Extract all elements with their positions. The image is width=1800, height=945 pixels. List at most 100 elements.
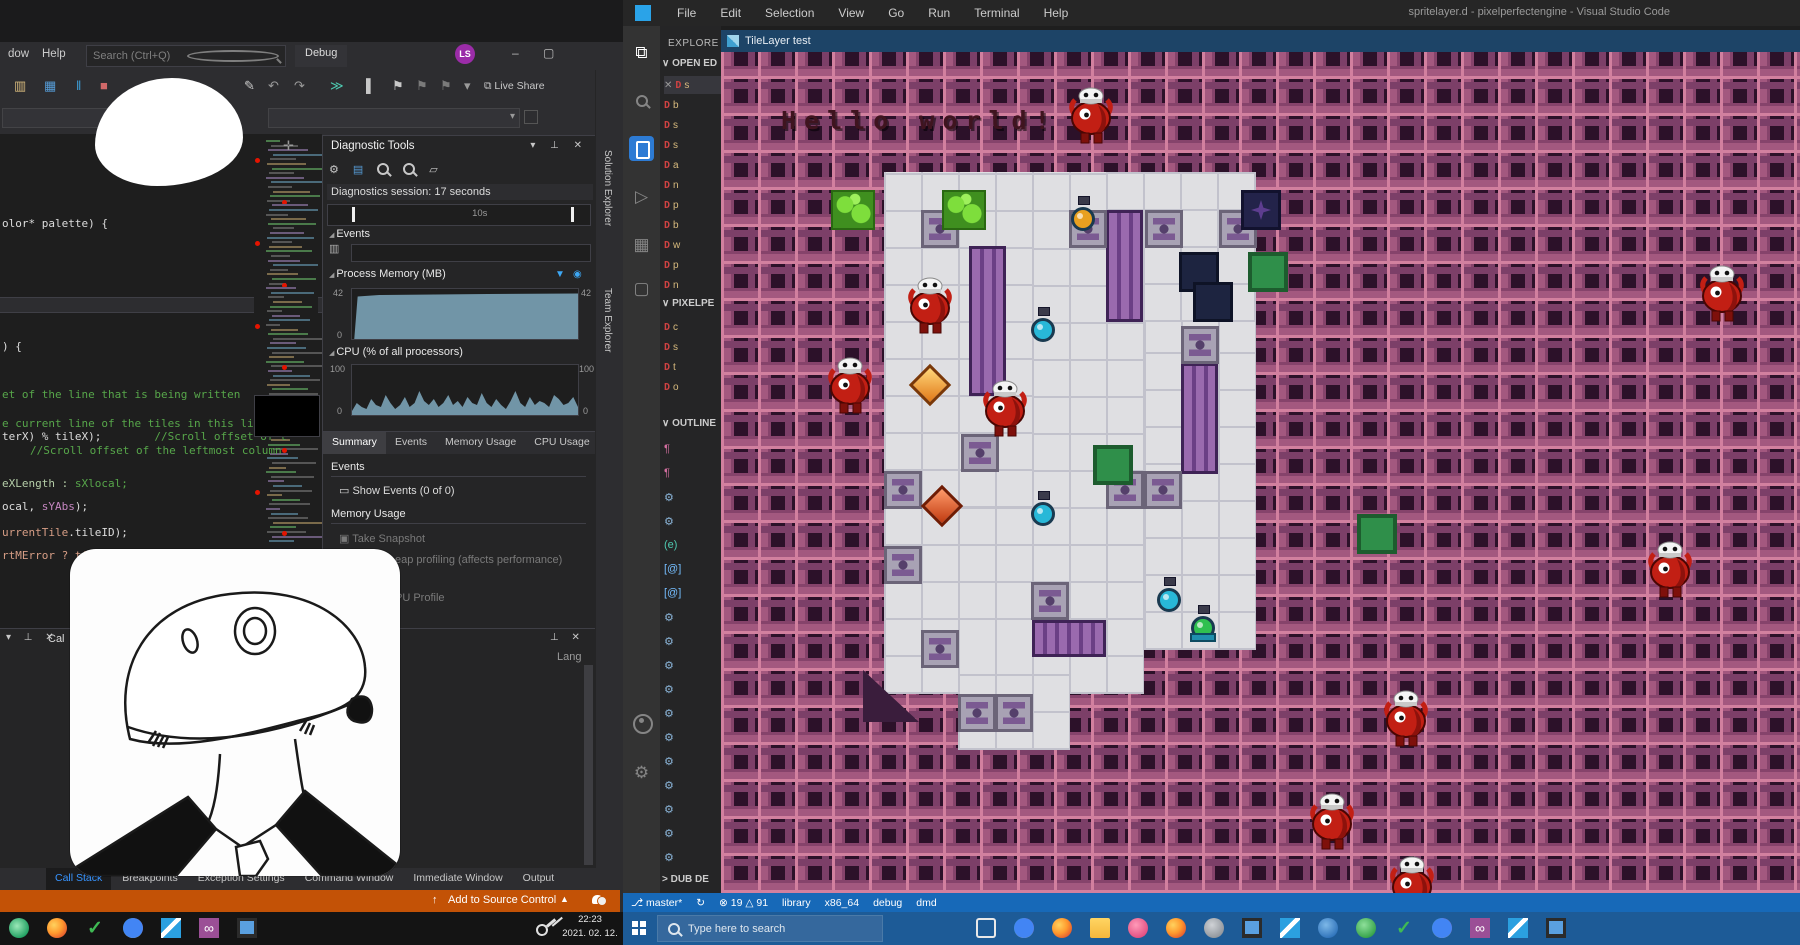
- taskbar-app-vscode-icon[interactable]: [1507, 917, 1529, 939]
- scrollbar[interactable]: [584, 665, 593, 865]
- vs-target-dropdown[interactable]: [268, 108, 520, 128]
- taskbar-app-window-icon[interactable]: [236, 917, 258, 939]
- toolbar-icon[interactable]: ⚑: [392, 78, 404, 94]
- report-icon[interactable]: ▱: [429, 163, 437, 176]
- open-editors-header[interactable]: ∨ OPEN ED: [662, 58, 717, 69]
- live-share-button[interactable]: ⧉ Live Share: [484, 80, 545, 93]
- taskbar-app-check-icon[interactable]: ✓: [84, 917, 106, 939]
- sync-icon[interactable]: ↻: [696, 897, 705, 909]
- taskbar-app-green-icon[interactable]: [1355, 917, 1377, 939]
- toolbar-icon[interactable]: ■: [100, 78, 108, 93]
- gc-icon[interactable]: ◉: [573, 269, 582, 280]
- toolbar-icon[interactable]: ⚑: [440, 78, 452, 94]
- vscode-menu-go[interactable]: Go: [876, 6, 916, 20]
- vs-menu-help[interactable]: Help: [42, 48, 66, 60]
- taskbar-app-window-icon[interactable]: [1241, 917, 1263, 939]
- project-file-item[interactable]: Dc: [664, 318, 678, 336]
- vscode-menu-terminal[interactable]: Terminal: [962, 6, 1031, 20]
- toolbar-icon[interactable]: ▌: [366, 78, 375, 93]
- outline-symbol-item[interactable]: ⚙: [664, 728, 674, 746]
- vs-toolbar-mini-button[interactable]: [524, 110, 538, 124]
- source-control-bar[interactable]: ↑ Add to Source Control ▲: [0, 890, 620, 912]
- taskbar-app-gimp-icon[interactable]: [1203, 917, 1225, 939]
- vscode-menu-run[interactable]: Run: [916, 6, 962, 20]
- status-config[interactable]: debug: [873, 897, 902, 909]
- taskbar-app-window-icon[interactable]: [1545, 917, 1567, 939]
- outline-symbol-item[interactable]: ⚙: [664, 848, 674, 866]
- outline-symbol-item[interactable]: ⚙: [664, 488, 674, 506]
- events-section-label[interactable]: Events: [329, 228, 370, 240]
- toolbar-icon[interactable]: ✎: [244, 78, 255, 94]
- diagnostic-tab-summary[interactable]: Summary: [323, 432, 386, 454]
- toolbar-icon[interactable]: ↶: [268, 78, 279, 94]
- open-editor-item[interactable]: Dn: [664, 276, 679, 294]
- taskbar-app-firefox-icon[interactable]: [1051, 917, 1073, 939]
- taskbar-app-chrome-icon[interactable]: [122, 917, 144, 939]
- dub-section-header[interactable]: > DUB DE: [662, 874, 709, 885]
- show-events-link[interactable]: ▭ Show Events (0 of 0): [339, 484, 455, 497]
- taskbar-app-taskview-icon[interactable]: [975, 917, 997, 939]
- editor-minimap[interactable]: [254, 140, 318, 560]
- open-editor-item[interactable]: Dp: [664, 256, 679, 274]
- outline-symbol-item[interactable]: ¶: [664, 464, 670, 482]
- vscode-menu-view[interactable]: View: [826, 6, 876, 20]
- problems-item[interactable]: ⊗ 19 △ 91: [719, 897, 768, 909]
- timeline-end-cursor[interactable]: [571, 207, 574, 222]
- heap-profiling-label[interactable]: eap profiling (affects performance): [395, 554, 562, 566]
- panel-header-icons-right[interactable]: ⊥ ✕: [550, 632, 585, 643]
- key-icon[interactable]: [534, 922, 551, 939]
- taskbar-app-blue-icon[interactable]: [1317, 917, 1339, 939]
- project-file-item[interactable]: Dt: [664, 358, 676, 376]
- outline-symbol-item[interactable]: ⚙: [664, 800, 674, 818]
- taskbar-search-box[interactable]: Type here to search: [657, 915, 883, 942]
- game-window-titlebar[interactable]: TileLayer test: [721, 30, 1800, 52]
- vscode-menu-edit[interactable]: Edit: [708, 6, 753, 20]
- toolbar-icon[interactable]: ‖: [76, 78, 81, 93]
- extensions-icon[interactable]: ▦: [629, 232, 654, 257]
- outline-symbol-item[interactable]: ⚙: [664, 752, 674, 770]
- outline-symbol-item[interactable]: ⚙: [664, 512, 674, 530]
- project-file-item[interactable]: Ds: [664, 338, 678, 356]
- taskbar-app-pink-icon[interactable]: [1127, 917, 1149, 939]
- status-compiler[interactable]: dmd: [916, 897, 936, 909]
- taskbar-app-chrome-icon[interactable]: [1431, 917, 1453, 939]
- toolbar-icon[interactable]: ▾: [464, 78, 471, 94]
- outline-symbol-item[interactable]: ⚙: [664, 776, 674, 794]
- vscode-menu-help[interactable]: Help: [1032, 6, 1081, 20]
- taskbar-app-vs-icon[interactable]: ∞: [198, 917, 220, 939]
- taskbar-app-firefox-icon[interactable]: [1165, 917, 1187, 939]
- open-editor-item[interactable]: Dn: [664, 176, 679, 194]
- vscode-menu-file[interactable]: File: [665, 6, 708, 20]
- remote-icon[interactable]: ▢: [629, 276, 654, 301]
- vs-search-box[interactable]: Search (Ctrl+Q): [86, 45, 286, 67]
- taskbar-app-vscode-icon[interactable]: [1279, 917, 1301, 939]
- source-control-icon[interactable]: [629, 136, 654, 161]
- open-editor-item[interactable]: Dw: [664, 236, 680, 254]
- taskbar-app-firefox-icon[interactable]: [46, 917, 68, 939]
- outline-symbol-item[interactable]: ⚙: [664, 704, 674, 722]
- outline-symbol-item[interactable]: ¶: [664, 440, 670, 458]
- taskbar-app-chrome-icon[interactable]: [1013, 917, 1035, 939]
- restore-button[interactable]: ▢: [543, 46, 554, 60]
- taskbar-app-vscode-icon[interactable]: [160, 917, 182, 939]
- toolbar-icon[interactable]: ↷: [294, 78, 305, 94]
- filter-icon[interactable]: ▼: [555, 269, 565, 280]
- taskbar-app-vs-icon[interactable]: ∞: [1469, 917, 1491, 939]
- outline-symbol-item[interactable]: [@]: [664, 584, 681, 602]
- minimize-button[interactable]: –: [512, 46, 519, 60]
- open-editor-item[interactable]: ✕Ds: [664, 76, 721, 94]
- toolbar-icon[interactable]: ≫: [330, 78, 344, 94]
- outline-symbol-item[interactable]: ⚙: [664, 824, 674, 842]
- open-editor-item[interactable]: Ds: [664, 136, 678, 154]
- vs-account-avatar[interactable]: LS: [455, 44, 475, 64]
- export-icon[interactable]: ▤: [353, 163, 363, 176]
- open-editor-item[interactable]: Ds: [664, 116, 678, 134]
- zoom-in-icon[interactable]: [377, 163, 389, 175]
- outline-symbol-item[interactable]: ⚙: [664, 680, 674, 698]
- outline-symbol-item[interactable]: [@]: [664, 560, 681, 578]
- outline-symbol-item[interactable]: (e): [664, 536, 677, 554]
- taskbar-app-edge-icon[interactable]: [8, 917, 30, 939]
- vs-menu-window[interactable]: dow: [8, 48, 29, 60]
- take-snapshot-button[interactable]: ▣ Take Snapshot: [339, 532, 425, 545]
- outline-symbol-item[interactable]: ⚙: [664, 656, 674, 674]
